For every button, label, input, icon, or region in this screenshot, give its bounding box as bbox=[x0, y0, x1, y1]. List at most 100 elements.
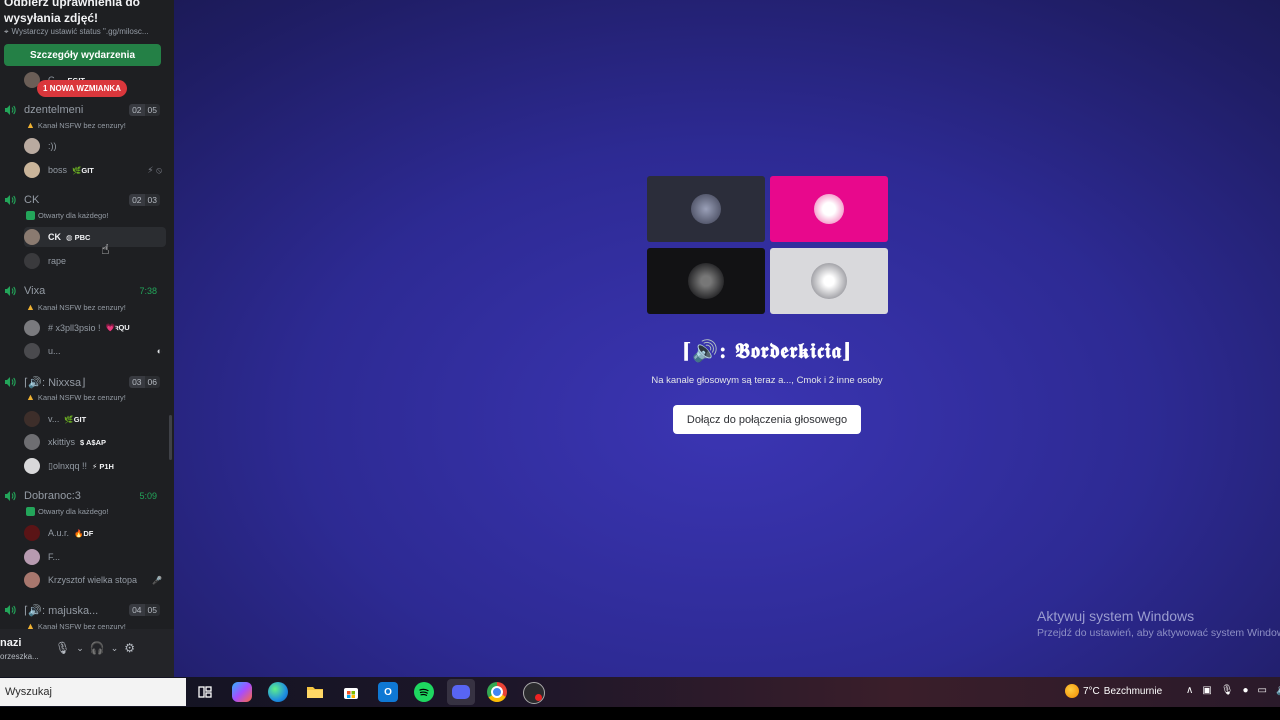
voice-channel-majuska[interactable]: ⌈🔊: majuska... 04 05 bbox=[0, 600, 170, 620]
avatar bbox=[691, 194, 721, 224]
voice-channel-title: ⌈🔊: 𝕭𝖔𝖗𝖉𝖊𝖗𝖐𝖎𝖈𝖎𝖆⌋ bbox=[681, 338, 853, 363]
voice-member[interactable]: F... bbox=[24, 547, 166, 567]
camera-icon[interactable]: ▣ bbox=[1202, 685, 1211, 696]
user-limit-counter: 02 05 bbox=[129, 104, 160, 116]
weather-widget[interactable]: 7°C Bezchmurnie bbox=[1065, 684, 1162, 698]
chevron-down-icon[interactable]: ⌄ bbox=[76, 643, 84, 654]
channel-description: Otwarty dla każdego! bbox=[26, 507, 108, 516]
location-pin-icon: ⌖ bbox=[4, 27, 9, 36]
channel-description: ▲ Kanał NSFW bez cenzury! bbox=[26, 392, 126, 402]
user-limit-counter: 04 05 bbox=[129, 604, 160, 616]
avatar bbox=[24, 138, 40, 154]
event-details-button[interactable]: Szczegóły wydarzenia bbox=[4, 44, 161, 66]
channel-description: Otwarty dla każdego! bbox=[26, 211, 108, 220]
channel-description: ▲ Kanał NSFW bez cenzury! bbox=[26, 120, 126, 130]
avatar bbox=[24, 253, 40, 269]
network-icon[interactable]: ▭ bbox=[1258, 685, 1267, 696]
obs-icon[interactable] bbox=[523, 682, 545, 704]
voice-member[interactable]: u... ◐ bbox=[24, 341, 166, 361]
voice-channel-participants: Na kanale głosowym są teraz a..., Cmok i… bbox=[651, 375, 883, 386]
chrome-icon[interactable] bbox=[487, 682, 507, 702]
microphone-icon[interactable]: 🎙 bbox=[1221, 685, 1234, 696]
windows-activation-subtitle: Przejdź do ustawień, aby aktywować syste… bbox=[1037, 627, 1280, 639]
avatar bbox=[24, 572, 40, 588]
speaker-icon bbox=[5, 105, 16, 115]
outlook-icon[interactable]: O bbox=[378, 682, 398, 702]
speaker-icon bbox=[5, 286, 16, 296]
headphones-icon[interactable]: 🎧 bbox=[90, 641, 105, 655]
voice-member[interactable]: CK ◍ PBC bbox=[24, 227, 166, 247]
channel-sidebar: Odbierz uprawnienia do wysyłania zdjęć! … bbox=[0, 0, 174, 677]
speaker-icon bbox=[5, 491, 16, 501]
avatar bbox=[24, 162, 40, 178]
participant-tile bbox=[770, 248, 888, 314]
sidebar-scrollbar[interactable] bbox=[169, 415, 172, 460]
participant-tile bbox=[647, 248, 765, 314]
speaker-icon bbox=[5, 605, 16, 615]
voice-member[interactable]: A.u.r. 🔥DF bbox=[24, 523, 166, 543]
volume-icon[interactable]: 🔊 bbox=[1276, 685, 1280, 696]
edge-icon[interactable] bbox=[268, 682, 288, 702]
open-icon bbox=[26, 507, 35, 516]
status-icon: ◐ bbox=[156, 346, 162, 356]
avatar bbox=[814, 194, 844, 224]
avatar bbox=[24, 434, 40, 450]
avatar bbox=[24, 525, 40, 541]
gear-icon[interactable]: ⚙ bbox=[124, 641, 135, 655]
user-status: orzeszka... bbox=[0, 652, 39, 661]
store-icon[interactable] bbox=[341, 682, 361, 702]
join-voice-button[interactable]: Dołącz do połączenia głosowego bbox=[673, 405, 861, 434]
avatar bbox=[688, 263, 724, 299]
warning-icon: ▲ bbox=[26, 120, 35, 130]
participant-tile bbox=[770, 176, 888, 242]
mouse-cursor-icon: ☝ bbox=[101, 241, 110, 257]
event-status: ⌖ Wystarczy ustawić status ".gg/milosc... bbox=[4, 27, 149, 36]
taskbar-search[interactable] bbox=[0, 678, 186, 706]
windows-activation-title: Aktywuj system Windows bbox=[1037, 608, 1195, 624]
voice-channel-dobranoc[interactable]: Dobranoc:3 5:09 bbox=[0, 486, 170, 506]
voice-member[interactable]: ▯olnxqq !! ⚡ P1H bbox=[24, 456, 166, 476]
channel-timer: 5:09 bbox=[139, 491, 157, 501]
discord-icon[interactable] bbox=[447, 679, 475, 705]
channel-timer: 7:38 bbox=[139, 286, 157, 296]
voice-member[interactable]: v... 🌿GIT bbox=[24, 409, 166, 429]
voice-channel-dzentelmeni[interactable]: dzentelmeni 02 05 bbox=[0, 100, 170, 120]
chevron-up-icon[interactable]: ∧ bbox=[1186, 685, 1193, 696]
muted-icon: 🎤 bbox=[152, 575, 162, 585]
microphone-icon[interactable]: 🎙 bbox=[55, 641, 70, 655]
voice-channel-vixa[interactable]: Vixa 7:38 bbox=[0, 281, 170, 301]
avatar bbox=[24, 411, 40, 427]
user-panel: nazi orzeszka... 🎙 ⌄ 🎧 ⌄ ⚙ bbox=[0, 629, 174, 677]
open-icon bbox=[26, 211, 35, 220]
copilot-icon[interactable] bbox=[232, 682, 252, 702]
spotify-icon[interactable] bbox=[414, 682, 434, 702]
voice-channel-ck[interactable]: CK 02 03 bbox=[0, 190, 170, 210]
sun-icon bbox=[1065, 684, 1079, 698]
avatar bbox=[24, 343, 40, 359]
warning-icon: ▲ bbox=[26, 302, 35, 312]
voice-member[interactable]: xkittiys $ A$AP bbox=[24, 432, 166, 452]
task-view-icon[interactable] bbox=[195, 682, 215, 702]
participant-tile bbox=[647, 176, 765, 242]
search-input[interactable] bbox=[3, 685, 186, 699]
avatar bbox=[24, 458, 40, 474]
location-icon[interactable]: ● bbox=[1242, 685, 1248, 696]
chevron-down-icon[interactable]: ⌄ bbox=[111, 643, 119, 654]
avatar bbox=[811, 263, 847, 299]
file-explorer-icon[interactable] bbox=[305, 682, 325, 702]
system-tray: ∧ ▣ 🎙 ● ▭ 🔊 bbox=[1186, 685, 1280, 696]
voice-channel-nixxsa[interactable]: ⌈🔊: Nixxsa⌋ 03 06 bbox=[0, 372, 170, 392]
avatar bbox=[24, 549, 40, 565]
voice-member[interactable]: # x3pll3psio ! 💗ꝛQU bbox=[24, 318, 166, 338]
speaker-icon bbox=[5, 377, 16, 387]
avatar bbox=[24, 229, 40, 245]
new-mention-badge[interactable]: 1 NOWA WZMIANKA bbox=[37, 80, 127, 97]
voice-member[interactable]: rape bbox=[24, 251, 166, 271]
voice-member[interactable]: boss 🌿GIT ⚡ ⦸ bbox=[24, 160, 166, 180]
warning-icon: ▲ bbox=[26, 392, 35, 402]
event-title: Odbierz uprawnienia do wysyłania zdjęć! bbox=[4, 0, 141, 25]
voice-member[interactable]: Krzysztof wielka stopa 🎤 bbox=[24, 570, 166, 590]
channel-description: ▲ Kanał NSFW bez cenzury! bbox=[26, 302, 126, 312]
user-limit-counter: 02 03 bbox=[129, 194, 160, 206]
voice-member[interactable]: :)) bbox=[24, 136, 166, 156]
